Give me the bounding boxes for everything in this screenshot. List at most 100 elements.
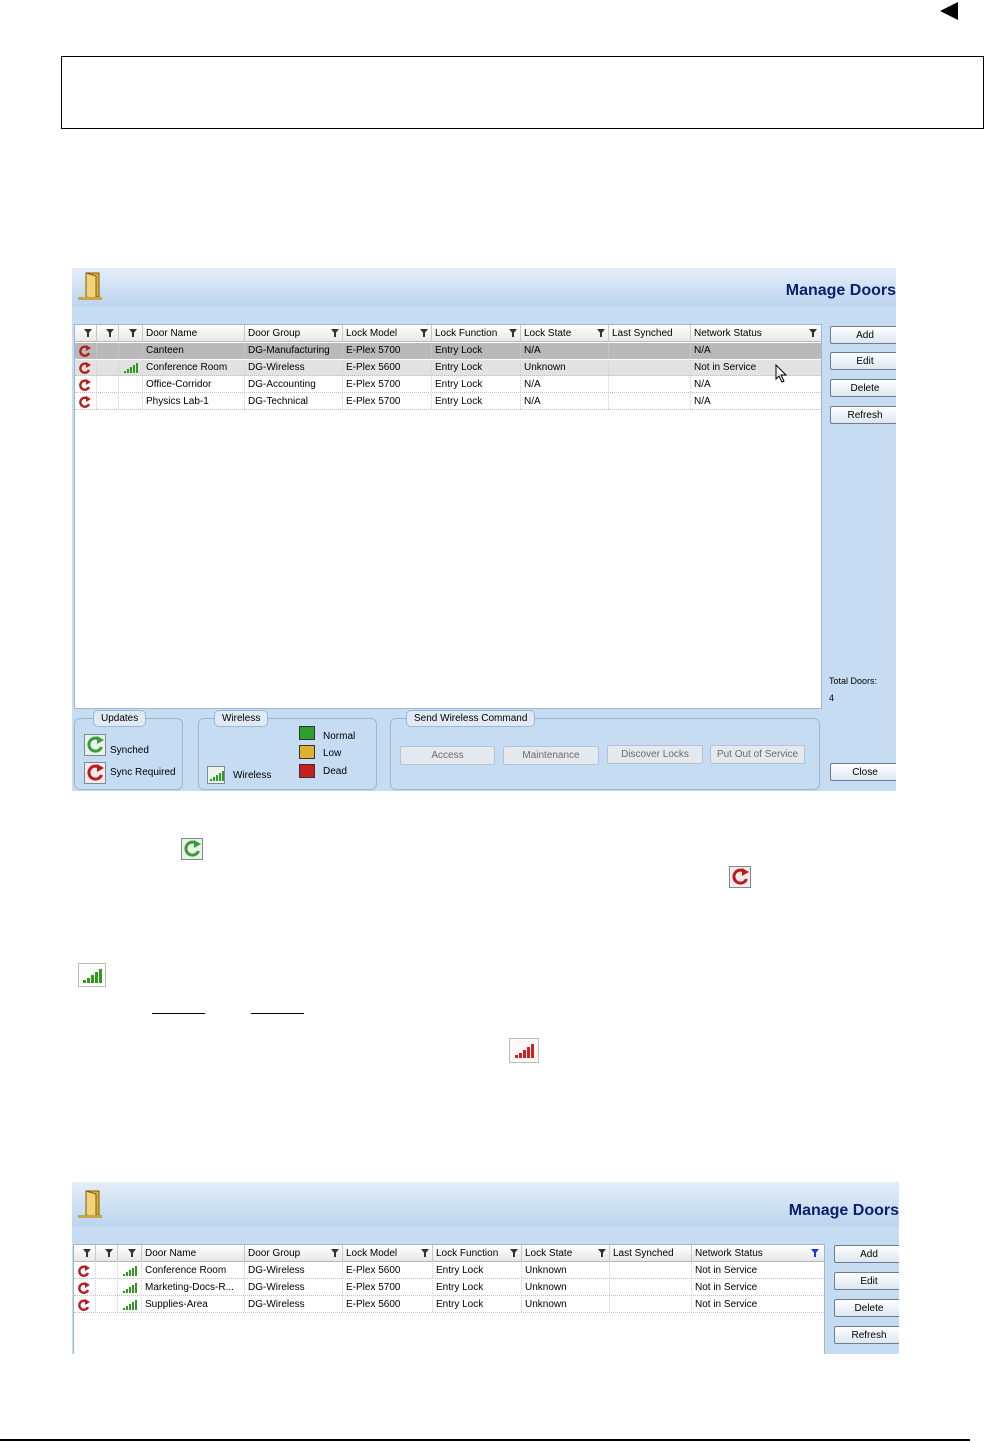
filter-icon[interactable]: [421, 1249, 429, 1257]
normal-label: Normal: [323, 731, 356, 742]
edit-button[interactable]: Edit: [834, 1272, 899, 1290]
sync-required-icon: [78, 1265, 90, 1277]
lock-model-cell: E-Plex 5600: [343, 360, 432, 375]
network-status-cell: N/A: [694, 396, 711, 407]
sync-cell: [75, 377, 97, 392]
wireless-cell: [119, 394, 143, 409]
lock-model-cell: E-Plex 5700: [343, 377, 432, 392]
filter-icon[interactable]: [331, 329, 339, 337]
filter-column-sync[interactable]: [74, 1245, 96, 1262]
last-synched-cell: [609, 360, 691, 375]
sync-cell: [75, 394, 97, 409]
doors-grid[interactable]: Door Name Door Group Lock Model Lock Fun…: [73, 1244, 825, 1354]
filter-column-sync[interactable]: [75, 325, 97, 342]
table-row[interactable]: Conference Room DG-Wireless E-Plex 5600 …: [75, 360, 821, 376]
last-synched-cell: [610, 1297, 692, 1312]
table-row[interactable]: Conference Room DG-Wireless E-Plex 5600 …: [74, 1263, 824, 1279]
column-lock-model[interactable]: Lock Model: [343, 325, 432, 342]
filter-icon[interactable]: [106, 329, 114, 337]
filter-icon[interactable]: [510, 1249, 518, 1257]
lock-state-cell: Unknown: [522, 1263, 610, 1278]
last-synched-cell: [609, 343, 691, 358]
lock-state-cell: Unknown: [522, 1297, 610, 1312]
door-name-cell: Canteen: [143, 343, 245, 358]
filter-icon[interactable]: [597, 329, 605, 337]
lock-model-cell: E-Plex 5700: [343, 394, 432, 409]
filter-icon[interactable]: [331, 1249, 339, 1257]
filter-column-wireless[interactable]: [118, 1245, 142, 1262]
add-button[interactable]: Add: [830, 326, 896, 344]
door-group-cell: DG-Manufacturing: [245, 343, 343, 358]
signal-normal-icon: [78, 963, 106, 987]
column-lock-function[interactable]: Lock Function: [432, 325, 521, 342]
signal-normal-icon: [123, 1266, 137, 1276]
filter-icon[interactable]: [809, 329, 817, 337]
delete-button[interactable]: Delete: [830, 379, 896, 397]
delete-button[interactable]: Delete: [834, 1299, 899, 1317]
table-row[interactable]: Physics Lab-1 DG-Technical E-Plex 5700 E…: [75, 394, 821, 410]
column-door-group[interactable]: Door Group: [245, 1245, 343, 1262]
filter-icon[interactable]: [129, 329, 137, 337]
footer-divider: [0, 1439, 970, 1441]
last-synched-cell: [610, 1263, 692, 1278]
discover-locks-button[interactable]: Discover Locks: [607, 745, 703, 764]
lock-model-cell: E-Plex 5700: [343, 343, 432, 358]
maintenance-button[interactable]: Maintenance: [503, 746, 599, 765]
close-button[interactable]: Close: [830, 763, 896, 781]
column-door-group[interactable]: Door Group: [245, 325, 343, 342]
wireless-cell: [119, 343, 143, 358]
table-row[interactable]: Office-Corridor DG-Accounting E-Plex 570…: [75, 377, 821, 393]
grid-header: Door Name Door Group Lock Model Lock Fun…: [75, 325, 821, 342]
wireless-legend-title: Wireless: [214, 710, 269, 727]
filter-icon[interactable]: [509, 329, 517, 337]
signal-normal-icon: [124, 363, 138, 373]
column-lock-state[interactable]: Lock State: [522, 1245, 610, 1262]
refresh-button[interactable]: Refresh: [834, 1326, 899, 1344]
filter-icon[interactable]: [420, 329, 428, 337]
put-out-of-service-button[interactable]: Put Out of Service: [710, 745, 805, 764]
column-lock-model[interactable]: Lock Model: [343, 1245, 433, 1262]
sync-required-icon: [729, 866, 751, 888]
filter-active-icon[interactable]: [811, 1249, 819, 1257]
table-row[interactable]: Canteen DG-Manufacturing E-Plex 5700 Ent…: [75, 343, 821, 359]
refresh-button[interactable]: Refresh: [830, 406, 896, 424]
filter-icon[interactable]: [105, 1249, 113, 1257]
filter-icon[interactable]: [84, 329, 92, 337]
column-door-name[interactable]: Door Name: [142, 1245, 245, 1262]
column-lock-function[interactable]: Lock Function: [433, 1245, 522, 1262]
column-lock-state[interactable]: Lock State: [521, 325, 609, 342]
table-row[interactable]: Marketing-Docs-R... DG-Wireless E-Plex 5…: [74, 1280, 824, 1296]
wireless-command-title: Send Wireless Command: [406, 710, 536, 727]
mouse-cursor-icon: [775, 364, 788, 383]
filter-column-wireless[interactable]: [119, 325, 143, 342]
status-cell: [97, 394, 119, 409]
column-door-name[interactable]: Door Name: [143, 325, 245, 342]
filter-column-status[interactable]: [97, 325, 119, 342]
column-network-status[interactable]: Network Status: [692, 1245, 824, 1262]
doors-grid[interactable]: Door Name Door Group Lock Model Lock Fun…: [74, 324, 822, 709]
column-last-synched[interactable]: Last Synched: [610, 1245, 692, 1262]
status-cell: [97, 343, 119, 358]
signal-normal-icon: [210, 771, 224, 781]
wireless-cell: [118, 1263, 142, 1278]
filter-icon[interactable]: [83, 1249, 91, 1257]
sync-required-icon: [79, 396, 91, 408]
filter-icon[interactable]: [598, 1249, 606, 1257]
column-last-synched[interactable]: Last Synched: [609, 325, 691, 342]
status-cell: [96, 1263, 118, 1278]
signal-dead-icon: [509, 1038, 539, 1063]
access-button[interactable]: Access: [400, 746, 495, 765]
edit-button[interactable]: Edit: [830, 352, 896, 370]
add-button[interactable]: Add: [834, 1245, 899, 1263]
signal-normal-icon: [123, 1300, 137, 1310]
status-cell: [97, 377, 119, 392]
total-doors-label: Total Doors:: [829, 676, 878, 686]
lock-function-cell: Entry Lock: [432, 377, 521, 392]
table-row[interactable]: Supplies-Area DG-Wireless E-Plex 5600 En…: [74, 1297, 824, 1313]
filter-icon[interactable]: [128, 1249, 136, 1257]
filter-column-status[interactable]: [96, 1245, 118, 1262]
column-network-status[interactable]: Network Status: [691, 325, 821, 342]
synched-label: Synched: [110, 745, 149, 756]
lock-function-cell: Entry Lock: [432, 360, 521, 375]
network-status-cell: N/A: [694, 345, 711, 356]
